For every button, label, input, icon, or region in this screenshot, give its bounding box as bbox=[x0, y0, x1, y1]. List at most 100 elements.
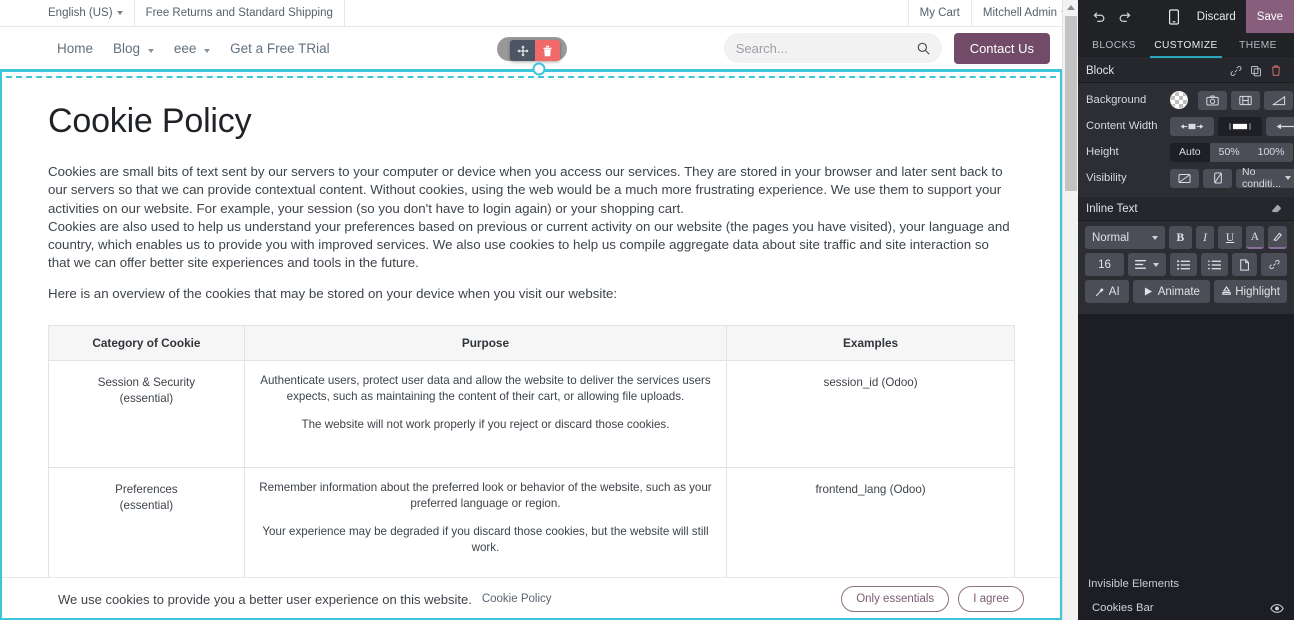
underline-button[interactable]: U bbox=[1218, 226, 1242, 249]
only-essentials-button[interactable]: Only essentials bbox=[841, 586, 950, 612]
option-visibility: Visibility No conditi... bbox=[1078, 165, 1294, 191]
tab-blocks-label: BLOCKS bbox=[1092, 40, 1136, 51]
promo-banner[interactable]: Free Returns and Standard Shipping bbox=[133, 0, 344, 26]
paragraph-style-select[interactable]: Normal bbox=[1085, 226, 1165, 249]
font-size-input[interactable]: 16 bbox=[1085, 253, 1124, 276]
paragraph-style-value: Normal bbox=[1092, 231, 1130, 244]
image-icon[interactable] bbox=[1231, 253, 1258, 276]
eye-icon[interactable] bbox=[1270, 603, 1284, 613]
purpose-main: Remember information about the preferred… bbox=[259, 481, 712, 511]
page-scrollbar[interactable] bbox=[1062, 0, 1078, 620]
height-100-button[interactable]: 100% bbox=[1249, 143, 1294, 162]
width-normal-icon[interactable] bbox=[1218, 116, 1262, 136]
bullet-list-button[interactable] bbox=[1169, 253, 1197, 276]
cookie-table-head: Category of Cookie Purpose Examples bbox=[48, 325, 1015, 362]
i-agree-button[interactable]: I agree bbox=[958, 586, 1024, 612]
text-align-button[interactable] bbox=[1127, 253, 1166, 276]
search-input[interactable] bbox=[735, 40, 917, 56]
tab-theme[interactable]: THEME bbox=[1222, 33, 1294, 58]
highlight-color-icon[interactable] bbox=[1268, 226, 1287, 249]
hide-on-desktop-icon[interactable] bbox=[1170, 168, 1199, 188]
height-50-button[interactable]: 50% bbox=[1210, 143, 1249, 162]
highlight-button[interactable]: Highlight bbox=[1214, 280, 1287, 303]
editor-tabs: BLOCKS CUSTOMIZE THEME bbox=[1078, 33, 1294, 59]
policy-paragraph-1[interactable]: Cookies are small bits of text sent by o… bbox=[48, 163, 1014, 218]
copy-icon[interactable] bbox=[1246, 61, 1266, 81]
cookie-policy-link[interactable]: Cookie Policy bbox=[482, 593, 552, 605]
mobile-preview-icon[interactable] bbox=[1161, 4, 1187, 30]
chevron-down-icon bbox=[1285, 176, 1292, 180]
animate-button[interactable]: Animate bbox=[1133, 280, 1211, 303]
animate-label: Animate bbox=[1157, 285, 1200, 298]
hide-on-mobile-icon[interactable] bbox=[1203, 168, 1232, 188]
nav-item-free-trial[interactable]: Get a Free TRial bbox=[221, 35, 339, 62]
language-selector[interactable]: English (US) bbox=[0, 0, 134, 26]
video-icon[interactable] bbox=[1231, 90, 1260, 110]
visibility-condition-select[interactable]: No conditi... bbox=[1236, 166, 1294, 190]
cell-examples: frontend_lang (Odoo) bbox=[726, 467, 1015, 592]
undo-icon[interactable] bbox=[1086, 4, 1112, 30]
editor-empty-area bbox=[1078, 314, 1294, 568]
clear-format-icon[interactable] bbox=[1266, 199, 1286, 219]
delete-block-icon[interactable] bbox=[535, 40, 560, 61]
option-height: Height Auto 50% 100% bbox=[1078, 139, 1294, 165]
invisible-elements-title: Invisible Elements bbox=[1078, 568, 1294, 596]
cookie-table: Category of Cookie Purpose Examples Sess… bbox=[48, 325, 1015, 620]
bold-button[interactable]: B bbox=[1169, 226, 1192, 249]
nav-item-home[interactable]: Home bbox=[48, 35, 102, 62]
nav-item-blog-label: Blog bbox=[113, 40, 141, 56]
move-block-icon[interactable] bbox=[510, 40, 535, 61]
width-narrow-icon[interactable] bbox=[1170, 116, 1214, 136]
search-icon[interactable] bbox=[917, 42, 930, 55]
my-cart-link[interactable]: My Cart bbox=[907, 0, 971, 26]
example-item: frontend_lang (Odoo) bbox=[815, 483, 926, 497]
column-header-examples: Examples bbox=[726, 325, 1015, 362]
width-full-icon[interactable] bbox=[1266, 116, 1294, 136]
numbered-list-button[interactable] bbox=[1200, 253, 1228, 276]
height-auto-button[interactable]: Auto bbox=[1170, 142, 1210, 162]
promo-label: Free Returns and Standard Shipping bbox=[145, 7, 333, 19]
trash-icon[interactable] bbox=[1266, 61, 1286, 81]
save-button[interactable]: Save bbox=[1245, 0, 1294, 33]
tab-blocks[interactable]: BLOCKS bbox=[1078, 33, 1150, 58]
nav-item-blog[interactable]: Blog bbox=[104, 35, 163, 62]
height-segments: Auto 50% 100% bbox=[1170, 142, 1294, 162]
option-visibility-controls: No conditi... bbox=[1170, 166, 1294, 190]
cell-category: Session & Security (essential) bbox=[48, 360, 245, 469]
policy-paragraph-3[interactable]: Here is an overview of the cookies that … bbox=[48, 285, 1014, 303]
tab-customize[interactable]: CUSTOMIZE bbox=[1150, 33, 1222, 58]
block-options: Background Content Width Height Auto 50%… bbox=[1078, 83, 1294, 197]
nav-item-eee[interactable]: eee bbox=[165, 35, 219, 62]
nav-links: Home Blog eee Get a Free TRial bbox=[0, 35, 339, 62]
inline-text-title: Inline Text bbox=[1086, 202, 1138, 215]
invisible-element-cookies-bar[interactable]: Cookies Bar bbox=[1078, 596, 1294, 620]
italic-button[interactable]: I bbox=[1195, 226, 1215, 249]
table-header-row: Category of Cookie Purpose Examples bbox=[48, 325, 1015, 362]
link-icon[interactable] bbox=[1226, 61, 1246, 81]
scrollbar-thumb[interactable] bbox=[1065, 16, 1077, 191]
contact-us-button[interactable]: Contact Us bbox=[953, 32, 1050, 64]
editor-toolbar: Discard Save bbox=[1078, 0, 1294, 33]
text-tools-row-3: AI Animate Highlight bbox=[1085, 280, 1287, 303]
ai-button[interactable]: AI bbox=[1085, 280, 1130, 303]
visibility-condition-value: No conditi... bbox=[1242, 166, 1282, 190]
cell-category: Preferences (essential) bbox=[48, 467, 245, 592]
page-content: Cookie Policy Cookies are small bits of … bbox=[0, 72, 1062, 620]
color-swatch-icon[interactable] bbox=[1170, 91, 1188, 109]
chevron-down-icon bbox=[1152, 262, 1159, 267]
discard-button[interactable]: Discard bbox=[1187, 11, 1246, 23]
table-row: Preferences (essential) Remember informa… bbox=[48, 467, 1015, 592]
font-color-button[interactable]: A bbox=[1245, 226, 1264, 249]
policy-paragraph-2[interactable]: Cookies are also used to help us underst… bbox=[48, 218, 1014, 273]
camera-icon[interactable] bbox=[1198, 90, 1227, 110]
scroll-up-arrow-icon[interactable] bbox=[1067, 5, 1075, 10]
shape-icon[interactable] bbox=[1264, 90, 1293, 110]
user-menu-label: Mitchell Admin bbox=[982, 7, 1057, 19]
search-box[interactable] bbox=[723, 33, 942, 63]
chevron-down-icon bbox=[1152, 235, 1158, 240]
redo-icon[interactable] bbox=[1112, 4, 1138, 30]
block-resize-handle[interactable] bbox=[532, 62, 546, 76]
link-icon[interactable] bbox=[1261, 253, 1287, 276]
block-float-toolbar[interactable] bbox=[510, 40, 560, 61]
